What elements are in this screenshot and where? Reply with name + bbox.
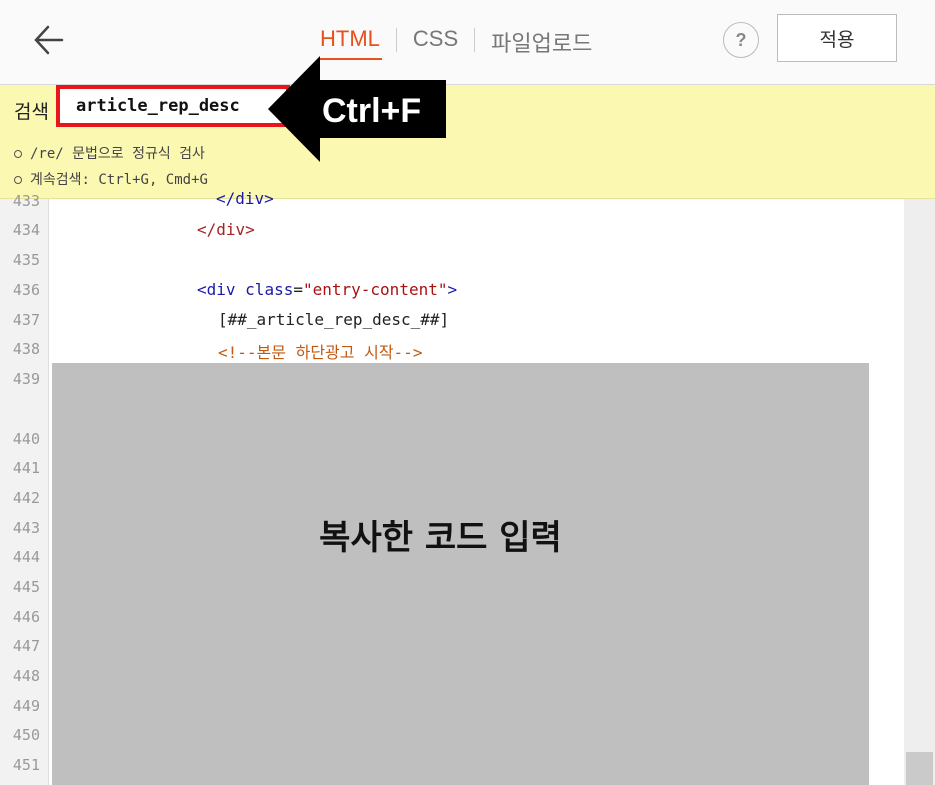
line-number: 448 [12, 667, 40, 685]
line-number: 450 [12, 726, 40, 744]
search-label: 검색 [14, 101, 49, 123]
scrollbar-thumb[interactable] [906, 752, 933, 785]
hint-regex: /re/ 문법으로 정규식 검사 [14, 143, 205, 163]
code-tag-close: > [447, 280, 458, 299]
help-button[interactable]: ? [723, 22, 759, 58]
line-number: 435 [12, 251, 40, 269]
line-number: 442 [12, 489, 40, 507]
tab-separator [474, 28, 476, 52]
bullet-icon [14, 150, 22, 158]
tab-html[interactable]: HTML [318, 26, 382, 60]
line-number: 439 [12, 370, 40, 388]
callout-text: Ctrl+F [322, 92, 422, 130]
code-line-434[interactable]: </div> [197, 220, 255, 239]
search-input[interactable]: article_rep_desc [56, 85, 290, 127]
line-number: 438 [12, 340, 40, 358]
code-tag: <div [197, 280, 246, 299]
line-number: 434 [12, 221, 40, 239]
code-attr: class [245, 280, 294, 299]
code-line-437[interactable]: [##_article_rep_desc_##] [218, 310, 449, 329]
line-number: 437 [12, 311, 40, 329]
paste-code-overlay[interactable]: 복사한 코드 입력 [52, 363, 869, 785]
line-number: 446 [12, 608, 40, 626]
hint-continue-search: 계속검색: Ctrl+G, Cmd+G [14, 169, 208, 189]
line-number: 441 [12, 459, 40, 477]
search-input-wrapper: article_rep_desc [56, 85, 290, 127]
line-number: 444 [12, 548, 40, 566]
overlay-text: 복사한 코드 입력 [319, 517, 562, 558]
bullet-icon [14, 176, 22, 184]
arrow-left-icon [34, 25, 64, 55]
line-number: 451 [12, 756, 40, 774]
code-line-436[interactable]: <div class="entry-content"> [197, 280, 457, 299]
back-button[interactable] [30, 20, 70, 60]
line-number: 445 [12, 578, 40, 596]
line-number: 447 [12, 637, 40, 655]
code-eq: = [293, 280, 303, 299]
tab-separator [395, 28, 397, 52]
line-number: 433 [12, 192, 40, 210]
line-number: 449 [12, 697, 40, 715]
search-panel: 검색 article_rep_desc /re/ 문법으로 정규식 검사 계속검… [0, 85, 935, 199]
line-number: 443 [12, 519, 40, 537]
line-number: 436 [12, 281, 40, 299]
hint-continue-text: 계속검색: Ctrl+G, Cmd+G [30, 172, 208, 188]
hint-regex-text: /re/ 문법으로 정규식 검사 [30, 146, 205, 162]
tab-file-upload[interactable]: 파일업로드 [489, 26, 594, 64]
top-bar: HTML CSS 파일업로드 ? 적용 [0, 0, 935, 85]
code-line-438[interactable]: <!--본문 하단광고 시작--> [218, 339, 422, 363]
editor-tabs: HTML CSS 파일업로드 [318, 26, 594, 60]
code-string: "entry-content" [302, 280, 448, 299]
apply-button[interactable]: 적용 [777, 14, 897, 62]
tab-css[interactable]: CSS [411, 26, 460, 58]
code-line-433[interactable]: </div> [216, 189, 274, 208]
scrollbar-track[interactable] [904, 199, 935, 785]
line-number: 440 [12, 430, 40, 448]
